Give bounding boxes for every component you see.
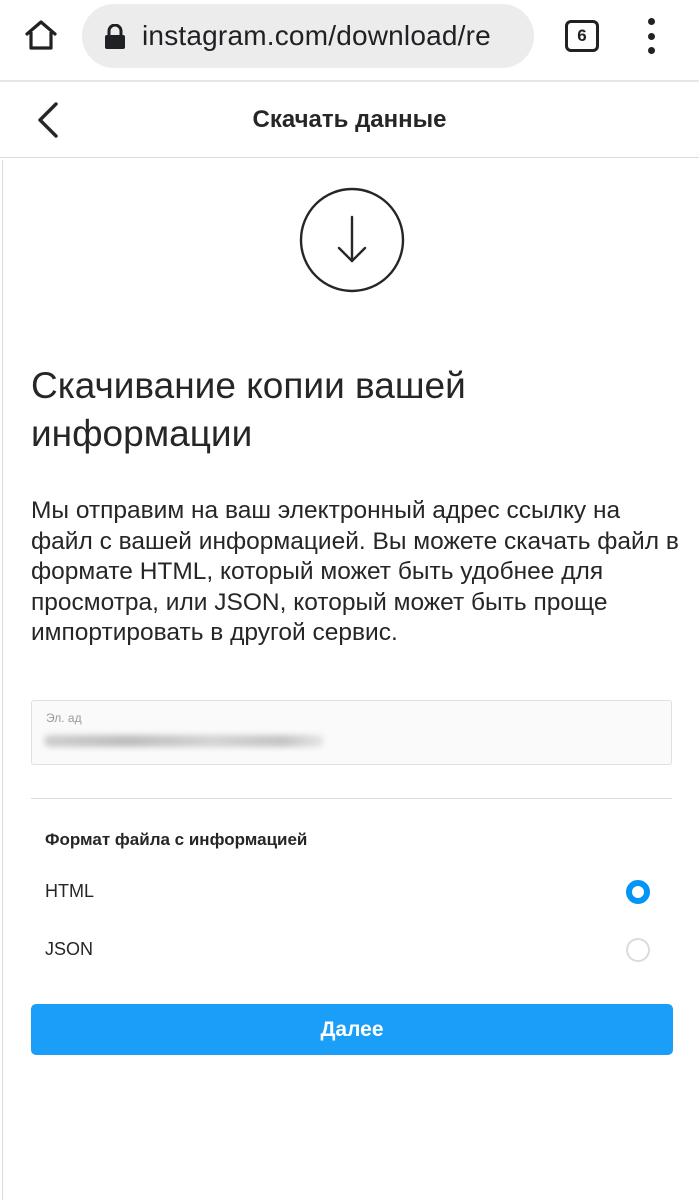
email-value-redacted bbox=[44, 735, 324, 747]
more-vert-icon bbox=[647, 18, 655, 25]
address-bar[interactable]: instagram.com/download/re bbox=[82, 4, 534, 68]
format-option-label: HTML bbox=[45, 881, 94, 901]
download-card: Скачивание копии вашей информации Мы отп… bbox=[2, 160, 699, 1200]
home-icon bbox=[25, 20, 57, 50]
format-option-html[interactable]: HTML bbox=[31, 868, 672, 916]
next-button[interactable]: Далее bbox=[31, 1004, 673, 1055]
tab-switcher-button[interactable]: 6 bbox=[565, 20, 599, 52]
format-option-json[interactable]: JSON bbox=[31, 926, 672, 974]
download-icon bbox=[299, 187, 405, 293]
lock-icon bbox=[105, 24, 125, 49]
browser-toolbar: instagram.com/download/re 6 bbox=[0, 0, 699, 82]
url-text: instagram.com/download/re bbox=[142, 20, 491, 51]
browser-menu-button[interactable] bbox=[636, 16, 666, 56]
radio-html[interactable] bbox=[626, 880, 650, 904]
app-header: Скачать данные bbox=[0, 84, 699, 158]
email-field-label: Эл. ад bbox=[46, 711, 82, 725]
radio-json[interactable] bbox=[626, 938, 650, 962]
home-button[interactable] bbox=[20, 14, 62, 56]
description-text: Мы отправим на ваш электронный адрес ссы… bbox=[31, 497, 679, 646]
tab-count: 6 bbox=[577, 26, 587, 45]
divider bbox=[31, 798, 672, 799]
main-heading: Скачивание копии вашей информации bbox=[31, 365, 466, 454]
format-section-title: Формат файла с информацией bbox=[45, 830, 308, 849]
page-title: Скачать данные bbox=[252, 106, 447, 133]
email-field[interactable]: Эл. ад bbox=[31, 700, 672, 765]
format-option-label: JSON bbox=[45, 939, 94, 959]
